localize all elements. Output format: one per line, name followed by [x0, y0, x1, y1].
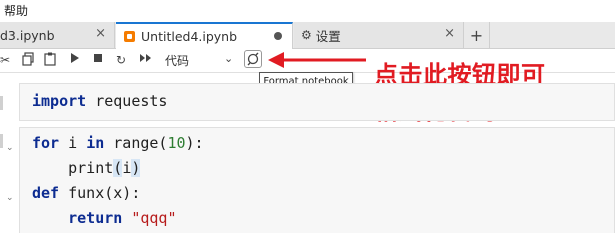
- run-all-icon[interactable]: [139, 52, 153, 68]
- new-tab-button[interactable]: +: [464, 22, 490, 48]
- cell-marker: [0, 134, 3, 148]
- arrow-icon: [268, 52, 366, 68]
- restart-icon[interactable]: ↻: [116, 52, 126, 68]
- menu-help[interactable]: 帮助: [4, 2, 28, 19]
- unsaved-dot-icon[interactable]: [274, 32, 282, 40]
- code-cell[interactable]: for i in range(10): print(i) def funx(x)…: [19, 127, 615, 233]
- close-icon[interactable]: ×: [444, 26, 455, 41]
- run-icon[interactable]: [70, 52, 80, 68]
- tab-label: 设置: [315, 28, 341, 44]
- code-line: print(i): [32, 159, 141, 177]
- tab-untitled4-notebook[interactable]: Untitled4.ipynb: [116, 22, 293, 49]
- code-cell[interactable]: import requests: [19, 83, 615, 121]
- cut-icon[interactable]: ✂: [0, 52, 10, 68]
- code-line: for i in range(10):: [32, 134, 204, 152]
- cell-type-select[interactable]: 代码: [165, 52, 189, 69]
- tab-label: Untitled4.ipynb: [141, 29, 238, 44]
- code-line: return "qqq": [68, 209, 177, 227]
- tab-d3-notebook[interactable]: d3.ipynb ×: [0, 22, 115, 48]
- collapse-icon[interactable]: ⌄: [6, 143, 14, 153]
- paste-icon[interactable]: [44, 52, 56, 70]
- tab-settings[interactable]: ⚙ 设置 ×: [294, 22, 464, 48]
- cell-marker: [0, 96, 3, 110]
- stop-icon[interactable]: [93, 52, 103, 68]
- notebook-icon: [124, 31, 135, 42]
- close-icon[interactable]: ×: [95, 26, 106, 41]
- chevron-down-icon[interactable]: ⌄: [224, 52, 233, 65]
- collapse-icon[interactable]: ⌄: [6, 193, 14, 203]
- menu-bar: 帮助: [0, 0, 615, 22]
- code-line: def funx(x):: [32, 184, 141, 202]
- tab-bar: d3.ipynb × Untitled4.ipynb ⚙ 设置 × +: [0, 22, 615, 49]
- gear-icon: ⚙: [301, 28, 312, 42]
- copy-icon[interactable]: [22, 52, 34, 70]
- tab-label: d3.ipynb: [0, 27, 55, 43]
- code-line: import requests: [32, 92, 168, 110]
- format-notebook-button[interactable]: [244, 50, 262, 68]
- format-icon: [247, 52, 259, 66]
